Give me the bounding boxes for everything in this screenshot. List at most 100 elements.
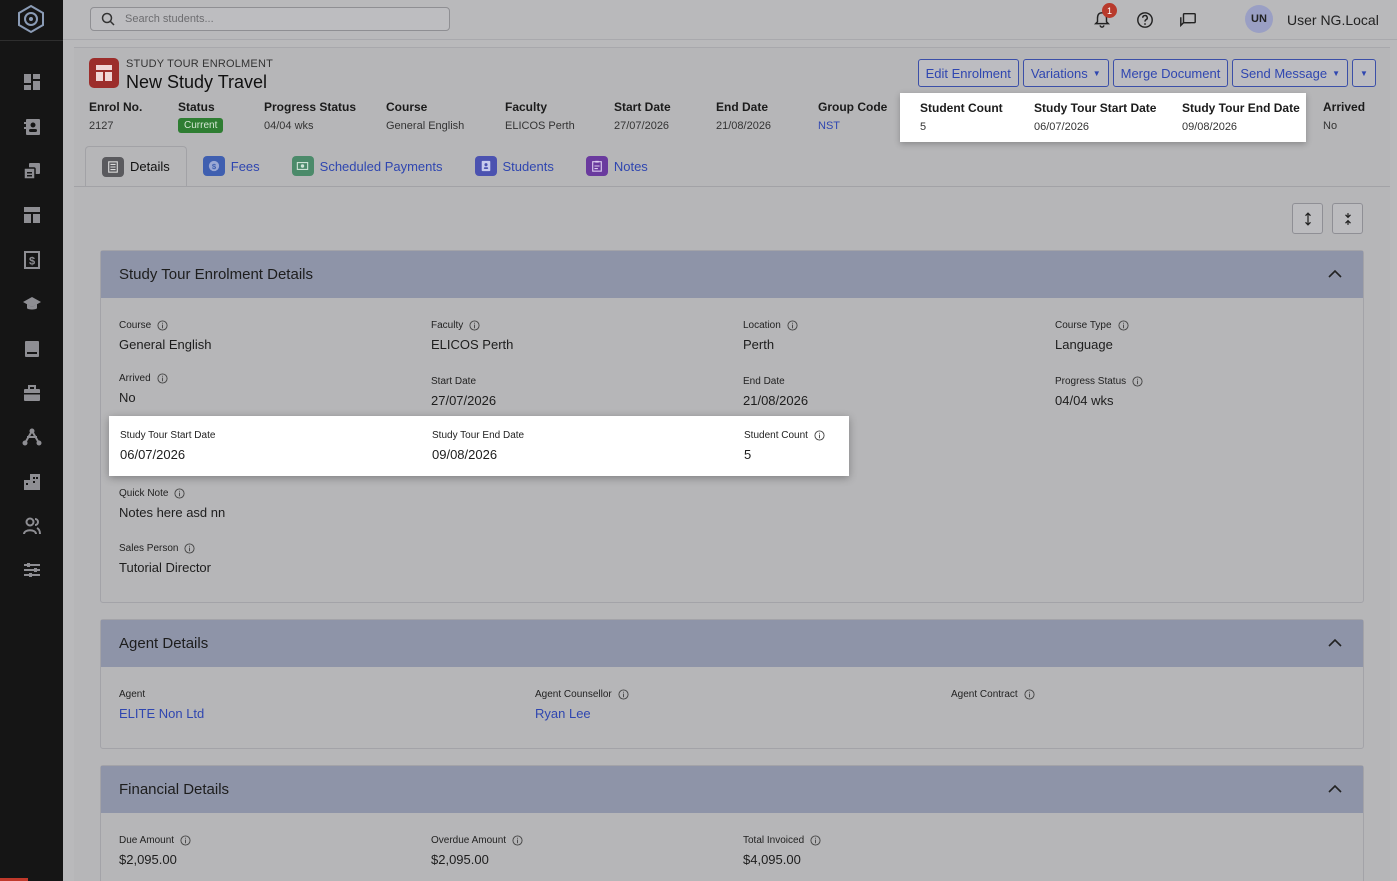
layout-icon: [23, 207, 40, 224]
stat-value: No: [1323, 120, 1338, 132]
collapse-all-button[interactable]: [1332, 203, 1363, 234]
info-icon[interactable]: [184, 542, 196, 554]
field-label: Agent: [119, 688, 146, 700]
help-button[interactable]: [1135, 10, 1155, 30]
dollar-circle-icon: $: [202, 156, 225, 176]
tab-details[interactable]: Details: [85, 146, 187, 186]
expand-all-button[interactable]: [1292, 203, 1323, 234]
tab-fees[interactable]: $ Fees: [187, 146, 276, 186]
sidebar: $: [0, 0, 63, 881]
user-name[interactable]: User NG.Local: [1287, 12, 1379, 28]
info-icon[interactable]: [787, 319, 798, 331]
field-value: General English: [119, 337, 212, 352]
field-value: 27/07/2026: [431, 393, 497, 408]
sidebar-item-network[interactable]: [0, 415, 63, 459]
info-icon[interactable]: [618, 688, 629, 700]
cash-icon: [291, 156, 314, 176]
copy-icon: [22, 162, 40, 180]
app-logo-icon[interactable]: [16, 4, 46, 34]
info-icon[interactable]: [157, 319, 168, 331]
tab-label: Details: [130, 159, 170, 174]
tab-label: Notes: [613, 158, 648, 174]
sidebar-item-library[interactable]: [0, 326, 63, 370]
sidebar-item-copy[interactable]: [0, 149, 63, 193]
info-icon[interactable]: [157, 372, 168, 384]
merge-document-button[interactable]: Merge Document: [1112, 59, 1229, 87]
sidebar-item-contacts[interactable]: [0, 104, 63, 148]
document-icon: [102, 156, 124, 177]
tab-scheduled-payments[interactable]: Scheduled Payments: [276, 146, 459, 186]
page-title: New Study Travel: [126, 72, 268, 92]
info-icon[interactable]: [174, 487, 186, 499]
chevron-up-icon[interactable]: [1327, 635, 1343, 651]
info-icon[interactable]: [512, 834, 523, 846]
edit-enrolment-button[interactable]: Edit Enrolment: [917, 59, 1019, 87]
tab-notes[interactable]: Notes: [570, 146, 664, 186]
variations-button[interactable]: Variations ▼: [1022, 59, 1109, 87]
clipboard-icon: [585, 156, 608, 176]
field-value: Perth: [743, 337, 775, 352]
tab-students[interactable]: Students: [459, 146, 570, 186]
info-icon[interactable]: [810, 834, 821, 846]
stat-value: 21/08/2026: [716, 120, 772, 132]
sidebar-item-courses[interactable]: [0, 282, 63, 326]
search-box[interactable]: [90, 7, 450, 31]
enrolment-header: STUDY TOUR ENROLMENT New Study Travel Ed…: [74, 47, 1390, 142]
highlighted-study-tour-stats: Student Count 5 Study Tour Start Date 06…: [900, 93, 1306, 142]
messages-button[interactable]: [1178, 10, 1198, 30]
more-actions-button[interactable]: ▼: [1352, 59, 1376, 87]
info-icon[interactable]: [1117, 319, 1129, 331]
building-icon: [23, 473, 40, 490]
stat-status: Status Current: [178, 100, 224, 133]
info-icon[interactable]: [814, 429, 825, 441]
chevron-up-icon[interactable]: [1327, 781, 1343, 797]
info-icon[interactable]: [1024, 688, 1035, 700]
top-bar: 1 UN User NG.Local: [63, 0, 1397, 40]
search-input[interactable]: [125, 13, 425, 25]
send-message-button[interactable]: Send Message ▼: [1232, 59, 1348, 87]
avatar[interactable]: UN: [1245, 5, 1273, 33]
stat-faculty: Faculty ELICOS Perth: [505, 100, 575, 132]
agent-link[interactable]: ELITE Non Ltd: [119, 706, 204, 721]
sidebar-item-invoices[interactable]: $: [0, 238, 63, 282]
notifications-button[interactable]: 1: [1092, 3, 1117, 30]
sidebar-item-layout[interactable]: [0, 193, 63, 237]
stat-value: 09/08/2026: [1182, 121, 1238, 133]
field-label: Course Type: [1055, 319, 1112, 331]
caret-down-icon: ▼: [1092, 68, 1101, 78]
field-total-invoiced: Total Invoiced $4,095.00: [743, 834, 821, 867]
field-label: Agent Contract: [951, 688, 1018, 700]
network-icon: [22, 428, 41, 446]
field-value: No: [119, 390, 136, 405]
stat-label: Arrived: [1323, 100, 1366, 114]
field-arrived: Arrived No: [119, 372, 168, 405]
info-icon[interactable]: [180, 834, 191, 846]
field-label: Study Tour Start Date: [120, 429, 216, 441]
field-value: 09/08/2026: [432, 447, 498, 462]
sidebar-item-dashboard[interactable]: [0, 60, 63, 104]
field-faculty: Faculty ELICOS Perth: [431, 319, 514, 353]
graduation-cap-icon: [22, 297, 41, 310]
sidebar-nav: $: [0, 60, 63, 593]
field-value: $2,095.00: [119, 852, 177, 867]
sidebar-item-settings[interactable]: [0, 548, 63, 592]
stat-label: Faculty: [505, 100, 548, 114]
stat-value: 5: [920, 121, 927, 133]
agent-counsellor-link[interactable]: Ryan Lee: [535, 706, 629, 721]
info-icon[interactable]: [1132, 375, 1143, 387]
sidebar-item-buildings[interactable]: [0, 460, 63, 504]
info-icon[interactable]: [469, 319, 480, 331]
group-code-link[interactable]: NST: [818, 120, 887, 132]
chevron-up-icon[interactable]: [1327, 266, 1343, 282]
field-start-date: Start Date 27/07/2026: [431, 375, 497, 409]
section-header: Study Tour Enrolment Details: [101, 251, 1363, 298]
sidebar-item-people[interactable]: [0, 504, 63, 548]
field-value: Tutorial Director: [119, 560, 211, 575]
sidebar-item-work[interactable]: [0, 371, 63, 415]
field-value: 04/04 wks: [1055, 393, 1114, 408]
stat-value: 2127: [89, 120, 114, 132]
section-title: Financial Details: [119, 781, 230, 798]
field-value: ELICOS Perth: [431, 337, 514, 352]
section-title: Study Tour Enrolment Details: [119, 266, 313, 283]
field-label: Due Amount: [119, 834, 175, 846]
